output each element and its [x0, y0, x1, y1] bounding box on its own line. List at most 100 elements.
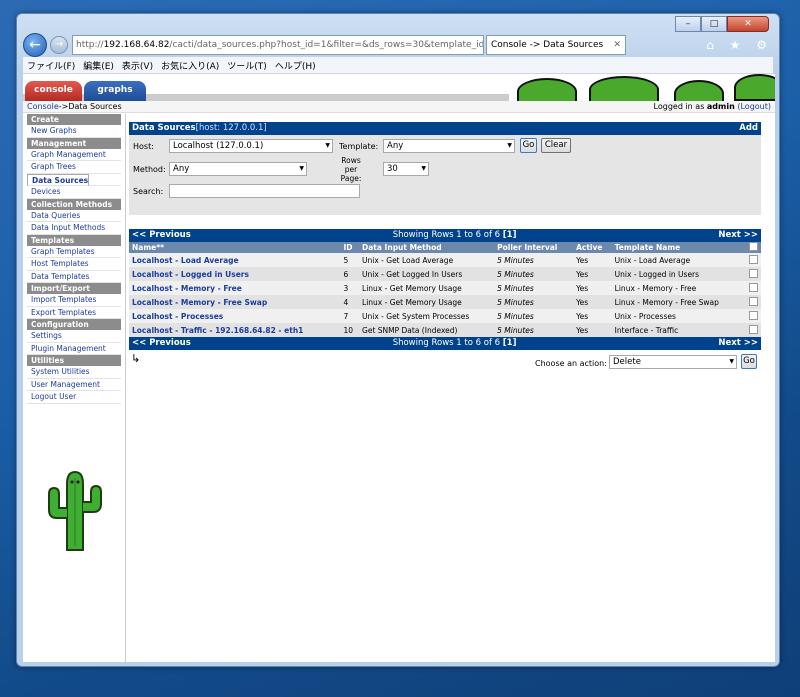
home-favorites-settings-icons[interactable]: ⌂ ★ ⚙: [706, 38, 773, 52]
sidebar-section-header: Configuration: [27, 319, 121, 330]
cell-id: 7: [340, 309, 360, 323]
sidebar-item-graph-management[interactable]: Graph Management: [27, 149, 121, 161]
banner-cactus-shape: [589, 76, 659, 101]
template-label: Template:: [339, 142, 379, 151]
previous-link[interactable]: << Previous: [132, 229, 191, 242]
menu-item[interactable]: 表示(V): [118, 59, 157, 72]
row-checkbox-cell: [743, 281, 761, 295]
cell-interval: 5 Minutes: [494, 267, 574, 281]
filter-go-button[interactable]: Go: [520, 138, 537, 153]
address-bar[interactable]: http://192.168.64.82/cacti/data_sources.…: [72, 35, 484, 55]
tab-console[interactable]: console: [25, 81, 82, 101]
table-row: Localhost - Traffic - 192.168.64.82 - et…: [129, 323, 761, 337]
close-window-button[interactable]: ✕: [727, 16, 769, 32]
sidebar-item-graph-templates[interactable]: Graph Templates: [27, 246, 121, 258]
row-checkbox[interactable]: [749, 296, 758, 306]
cell-active: Yes: [573, 267, 612, 281]
breadcrumb-console-link[interactable]: Console: [27, 102, 59, 111]
column-header[interactable]: ID: [340, 242, 360, 253]
sidebar-item-new-graphs[interactable]: New Graphs: [27, 125, 121, 138]
host-select[interactable]: Localhost (127.0.0.1) ▼: [169, 139, 333, 153]
action-select[interactable]: Delete ▼: [609, 355, 737, 369]
menu-item[interactable]: 編集(E): [79, 59, 118, 72]
sidebar-item-plugin-management[interactable]: Plugin Management: [27, 343, 121, 355]
add-link[interactable]: Add: [739, 122, 758, 135]
rows-showing-text: Showing Rows 1 to 6 of 6 [1]: [393, 229, 517, 242]
browser-window: – □ ✕ ← → http://192.168.64.82/cacti/dat…: [16, 13, 780, 667]
row-checkbox-cell: [743, 267, 761, 281]
column-header[interactable]: Poller Interval: [494, 242, 574, 253]
table-header-row: Name** ID Data Input Method Poller Interval…: [129, 242, 761, 253]
window-controls: – □ ✕: [675, 16, 769, 32]
sidebar-section-header: Utilities: [27, 355, 121, 366]
next-link-bottom[interactable]: Next >>: [718, 337, 758, 350]
previous-link-bottom[interactable]: << Previous: [132, 337, 191, 350]
row-checkbox[interactable]: [749, 254, 758, 264]
sidebar-item-host-templates[interactable]: Host Templates: [27, 258, 121, 271]
chevron-down-icon: ▼: [299, 165, 304, 172]
row-checkbox-cell: [743, 309, 761, 323]
breadcrumb-current: Data Sources: [68, 102, 122, 111]
cacti-logo: [45, 466, 105, 553]
forward-button[interactable]: →: [50, 36, 68, 54]
data-source-name-link[interactable]: Localhost - Traffic - 192.168.64.82 - et…: [129, 323, 341, 337]
data-source-name-link[interactable]: Localhost - Memory - Free Swap: [129, 295, 341, 309]
sidebar-item-import-templates[interactable]: Import Templates: [27, 294, 121, 307]
row-checkbox[interactable]: [749, 324, 758, 334]
cell-id: 10: [340, 323, 360, 337]
next-link[interactable]: Next >>: [718, 229, 758, 242]
sidebar-item-export-templates[interactable]: Export Templates: [27, 307, 121, 319]
sidebar-item-data-input-methods[interactable]: Data Input Methods: [27, 222, 121, 235]
column-header[interactable]: Data Input Method: [359, 242, 495, 253]
page-number[interactable]: [1]: [503, 338, 517, 348]
logout-link[interactable]: (Logout): [737, 102, 771, 111]
action-go-button[interactable]: Go: [741, 354, 757, 369]
data-source-name-link[interactable]: Localhost - Load Average: [129, 253, 341, 267]
checkbox-icon[interactable]: [749, 242, 758, 251]
cell-interval: 5 Minutes: [494, 253, 574, 267]
filter-clear-button[interactable]: Clear: [541, 138, 571, 153]
page-number[interactable]: [1]: [503, 230, 517, 240]
sidebar-section-header: Collection Methods: [27, 198, 121, 210]
template-select[interactable]: Any ▼: [383, 139, 515, 153]
row-checkbox[interactable]: [749, 282, 758, 292]
column-header[interactable]: Active: [573, 242, 612, 253]
menu-item[interactable]: お気に入り(A): [157, 59, 223, 72]
row-checkbox[interactable]: [749, 268, 758, 278]
sidebar-item-data-sources[interactable]: Data Sources: [27, 173, 90, 186]
sidebar-item-data-queries[interactable]: Data Queries: [27, 210, 121, 222]
back-button[interactable]: ←: [23, 33, 47, 57]
sidebar-item-settings[interactable]: Settings: [27, 330, 121, 343]
maximize-button[interactable]: □: [701, 16, 727, 32]
row-checkbox-cell: [743, 253, 761, 267]
close-tab-icon[interactable]: ✕: [613, 40, 621, 50]
data-source-name-link[interactable]: Localhost - Memory - Free: [129, 281, 341, 295]
column-header[interactable]: Name**: [129, 242, 341, 253]
sidebar-item-graph-trees[interactable]: Graph Trees: [27, 161, 121, 174]
template-select-value: Any: [387, 141, 404, 151]
menu-item[interactable]: ツール(T): [223, 59, 271, 72]
method-select[interactable]: Any ▼: [169, 162, 307, 176]
data-source-name-link[interactable]: Localhost - Logged in Users: [129, 267, 341, 281]
column-header[interactable]: Template Name: [611, 242, 744, 253]
cell-id: 3: [340, 281, 360, 295]
data-source-name-link[interactable]: Localhost - Processes: [129, 309, 341, 323]
rows-per-page-label: Rows per Page:: [340, 156, 362, 183]
menu-item[interactable]: ヘルプ(H): [271, 59, 320, 72]
search-input[interactable]: [169, 184, 360, 198]
browser-tab[interactable]: Console -> Data Sources ✕: [486, 35, 626, 55]
rows-per-page-select[interactable]: 30 ▼: [383, 162, 429, 176]
sidebar-item-data-templates[interactable]: Data Templates: [27, 271, 121, 283]
select-all-checkbox[interactable]: [743, 242, 761, 253]
row-checkbox[interactable]: [749, 310, 758, 320]
sidebar-item-user-management[interactable]: User Management: [27, 379, 121, 391]
chevron-down-icon: ▼: [421, 165, 426, 172]
sidebar-item-system-utilities[interactable]: System Utilities: [27, 366, 121, 379]
breadcrumb: Console -> Data Sources Logged in as adm…: [23, 101, 775, 113]
sidebar-item-logout-user[interactable]: Logout User: [27, 391, 121, 404]
minimize-button[interactable]: –: [675, 16, 701, 32]
menu-item[interactable]: ファイル(F): [23, 59, 79, 72]
tab-graphs[interactable]: graphs: [84, 81, 146, 101]
action-label: Choose an action:: [535, 359, 607, 368]
sidebar-item-devices[interactable]: Devices: [27, 186, 121, 199]
